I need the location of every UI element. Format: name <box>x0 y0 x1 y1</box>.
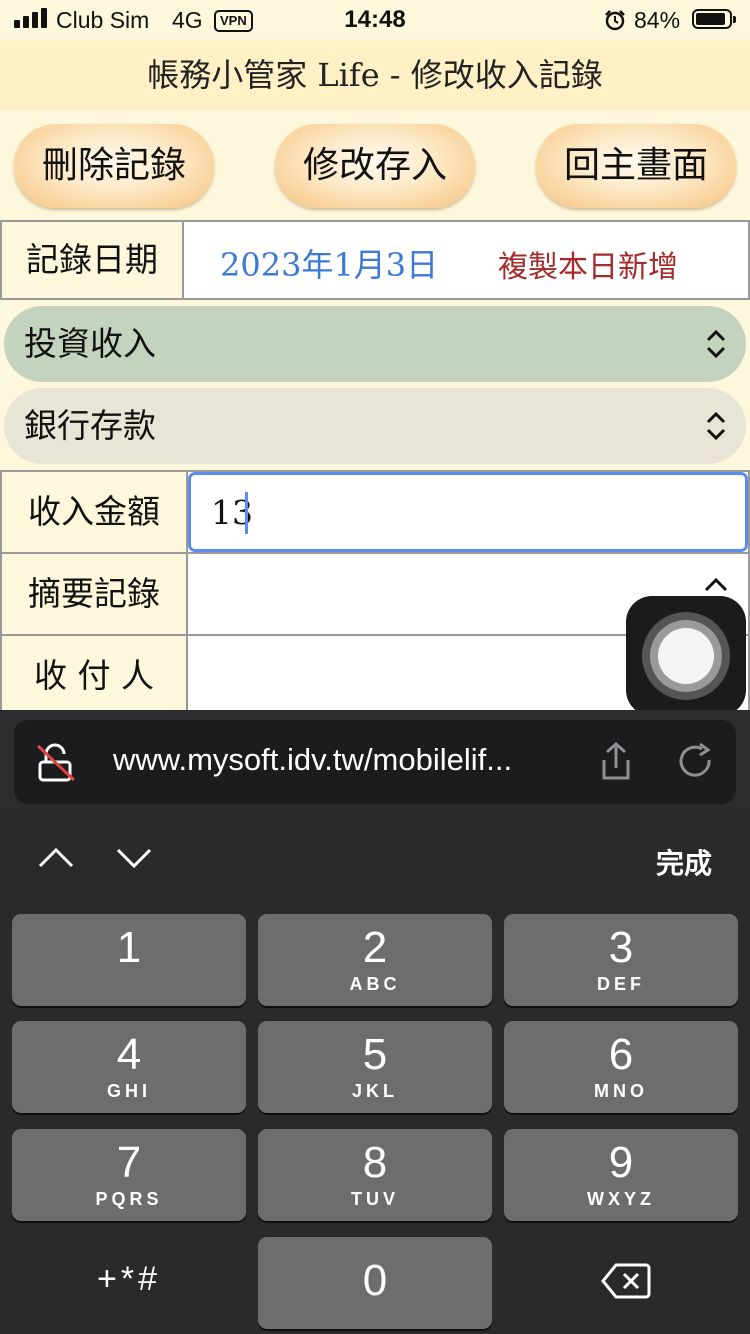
select-updown-icon <box>706 329 726 359</box>
payer-label: 收 付 人 <box>0 634 188 718</box>
reload-icon[interactable] <box>676 742 716 782</box>
record-date[interactable]: 2023年1月3日 <box>220 240 438 286</box>
select-updown-icon <box>706 411 726 441</box>
key-5[interactable]: 5 JKL <box>258 1021 492 1113</box>
date-row: 2023年1月3日 複製本日新增 <box>182 220 750 300</box>
income-category-value: 投資收入 <box>24 324 156 363</box>
chevron-up-icon <box>704 577 728 592</box>
account-select[interactable]: 銀行存款 <box>4 388 746 464</box>
previous-field-chevron-icon[interactable] <box>36 844 76 872</box>
alarm-icon <box>605 10 625 31</box>
battery-percent: 84% <box>634 7 681 33</box>
summary-label: 摘要記錄 <box>0 552 188 636</box>
insecure-lock-icon <box>36 743 76 782</box>
page-title: 帳務小管家 Life - 修改收入記錄 <box>0 40 750 110</box>
share-icon[interactable] <box>598 740 634 784</box>
key-9[interactable]: 9 WXYZ <box>504 1129 738 1221</box>
home-button[interactable]: 回主畫面 <box>536 124 736 208</box>
keyboard-accessory-bar <box>0 814 750 906</box>
battery-icon <box>692 9 736 29</box>
key-4[interactable]: 4 GHI <box>12 1021 246 1113</box>
status-bar: Club Sim 4G VPN 14:48 84% <box>0 0 750 40</box>
key-7[interactable]: 7 PQRS <box>12 1129 246 1221</box>
key-0[interactable]: 0 <box>258 1237 492 1329</box>
amount-input[interactable]: 13 <box>188 472 748 552</box>
key-1[interactable]: 1 <box>12 914 246 1006</box>
account-value: 銀行存款 <box>24 406 156 445</box>
assistive-touch-button[interactable] <box>626 596 746 716</box>
done-button[interactable]: 完成 <box>656 842 712 882</box>
text-cursor <box>245 492 248 534</box>
date-label: 記錄日期 <box>0 220 184 300</box>
income-category-select[interactable]: 投資收入 <box>4 306 746 382</box>
next-field-chevron-icon[interactable] <box>114 844 154 872</box>
copy-new-today-link[interactable]: 複製本日新增 <box>498 242 678 286</box>
key-8[interactable]: 8 TUV <box>258 1129 492 1221</box>
symbols-key[interactable]: +*# <box>12 1237 246 1329</box>
key-6[interactable]: 6 MNO <box>504 1021 738 1113</box>
amount-label: 收入金額 <box>0 470 188 554</box>
save-changes-button[interactable]: 修改存入 <box>275 124 475 208</box>
key-2[interactable]: 2 ABC <box>258 914 492 1006</box>
key-3[interactable]: 3 DEF <box>504 914 738 1006</box>
delete-record-button[interactable]: 刪除記錄 <box>14 124 214 208</box>
backspace-icon[interactable] <box>600 1262 652 1300</box>
url-text: www.mysoft.idv.tw/mobilelif... <box>113 742 513 777</box>
